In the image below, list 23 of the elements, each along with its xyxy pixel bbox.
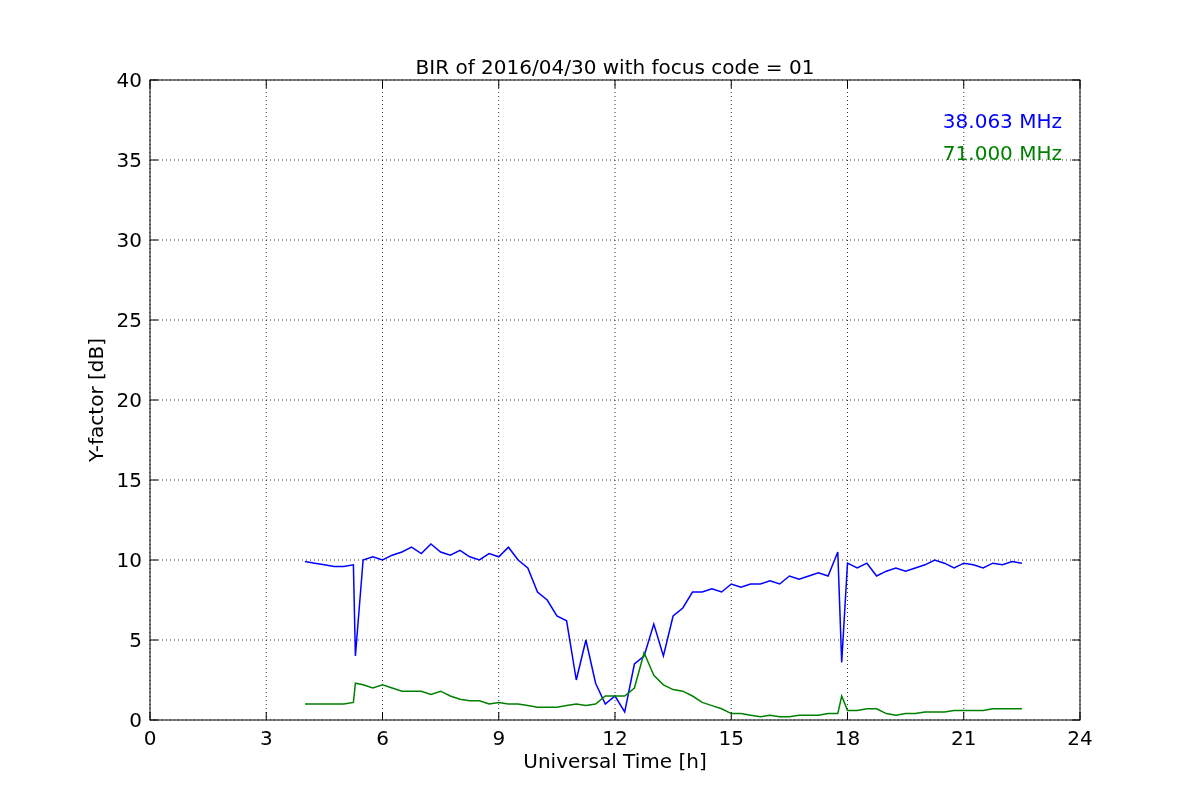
tick-label: 30 [116, 228, 142, 252]
tick-label: 24 [1067, 726, 1093, 750]
axis-title: Universal Time [h] [523, 749, 707, 773]
legend-label: 71.000 MHz [942, 141, 1062, 165]
tick-label: 35 [116, 148, 142, 172]
tick-label: 40 [116, 68, 142, 92]
tick-label: 12 [602, 726, 628, 750]
legend-label: 38.063 MHz [942, 109, 1062, 133]
tick-label: 21 [951, 726, 977, 750]
tick-label: 5 [129, 628, 142, 652]
tick-label: 10 [116, 548, 142, 572]
tick-label: 0 [129, 708, 142, 732]
tick-label: 15 [718, 726, 744, 750]
tick-label: 9 [492, 726, 506, 750]
tick-label: 0 [143, 726, 157, 750]
tick-label: 18 [834, 726, 861, 750]
tick-label: 3 [259, 726, 273, 750]
tick-label: 20 [116, 388, 142, 412]
tick-label: 6 [376, 726, 389, 750]
tick-label: 15 [116, 468, 142, 492]
axis-title: Y-factor [dB] [84, 338, 108, 462]
tick-label: 25 [116, 308, 142, 332]
chart-title: BIR of 2016/04/30 with focus code = 01 [415, 55, 815, 79]
